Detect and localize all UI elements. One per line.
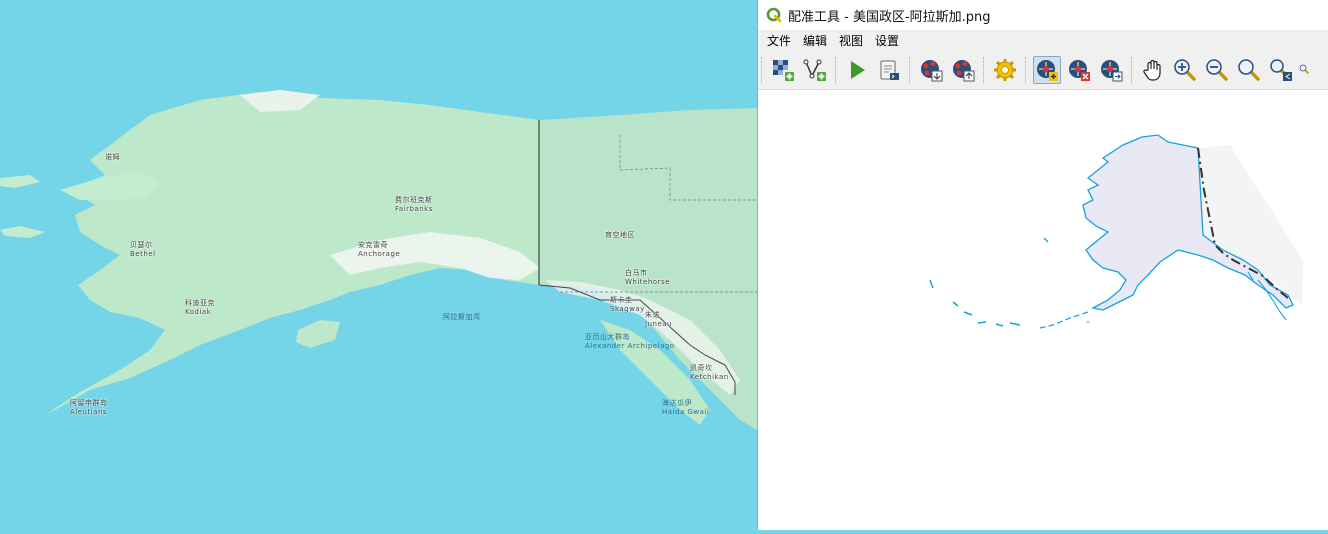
zoom-in-icon xyxy=(1174,59,1196,81)
raster-preview xyxy=(929,134,1303,329)
map-label: 凯奇坎 Ketchikan xyxy=(690,364,729,381)
delete-point-icon xyxy=(1069,60,1090,81)
raster-grid-icon xyxy=(773,60,794,81)
map-label: 亚历山大群岛 Alexander Archipelago xyxy=(585,333,675,350)
start-georeferencing-button[interactable] xyxy=(843,56,871,84)
toolbar-separator xyxy=(835,57,837,83)
open-raster-button[interactable] xyxy=(769,56,797,84)
title-bar: 配准工具 - 美国政区-阿拉斯加.png xyxy=(758,0,1328,30)
menu-settings[interactable]: 设置 xyxy=(870,32,904,49)
gear-icon xyxy=(994,59,1016,81)
script-icon xyxy=(880,60,899,80)
map-label: 安克雷奇 Anchorage xyxy=(358,241,401,258)
georeferencer-window: 配准工具 - 美国政区-阿拉斯加.png 文件 编辑 视图 设置 xyxy=(757,0,1328,530)
georeferencer-canvas[interactable] xyxy=(758,90,1328,530)
move-point-icon xyxy=(1101,60,1123,82)
toolbar-handle[interactable] xyxy=(761,57,763,83)
zoom-last-button[interactable] xyxy=(1267,56,1295,84)
toolbar-separator xyxy=(1131,57,1133,83)
move-gcp-button[interactable] xyxy=(1097,56,1125,84)
toolbar-separator xyxy=(909,57,911,83)
menu-view[interactable]: 视图 xyxy=(834,32,868,49)
open-vector-button[interactable] xyxy=(801,56,829,84)
map-label: 费尔班克斯 Fairbanks xyxy=(395,196,433,213)
zoom-next-button[interactable] xyxy=(1299,56,1311,84)
menu-edit[interactable]: 编辑 xyxy=(798,32,832,49)
map-label: 贝瑟尔 Bethel xyxy=(130,241,156,258)
map-label: 科迪亚克 Kodiak xyxy=(185,299,215,316)
zoom-out-icon xyxy=(1206,59,1228,81)
zoom-in-button[interactable] xyxy=(1171,56,1199,84)
window-title: 配准工具 - 美国政区-阿拉斯加.png xyxy=(788,9,991,25)
save-gcp-button[interactable] xyxy=(949,56,977,84)
map-label: 白马市 Whitehorse xyxy=(625,269,670,286)
qgis-logo-icon xyxy=(766,7,782,23)
save-gcp-icon xyxy=(953,60,975,82)
map-label: 诺姆 xyxy=(105,153,120,161)
map-label: 斯卡圭 Skagway xyxy=(610,296,645,313)
delete-point-button[interactable] xyxy=(1065,56,1093,84)
hand-pan-icon xyxy=(1143,59,1161,81)
zoom-layer-icon xyxy=(1238,59,1260,81)
toolbar xyxy=(758,51,1328,90)
pan-button[interactable] xyxy=(1139,56,1167,84)
toolbar-separator xyxy=(1025,57,1027,83)
map-label: 阿拉斯加湾 xyxy=(443,313,481,321)
add-point-button[interactable] xyxy=(1033,56,1061,84)
map-canvas[interactable]: 诺姆 安克雷奇 Anchorage 费尔班克斯 Fairbanks 阿拉斯加湾 … xyxy=(0,0,757,530)
zoom-last-icon xyxy=(1270,59,1292,81)
vector-icon xyxy=(803,59,826,81)
map-label: 朱诺 Juneau xyxy=(645,311,672,328)
basemap xyxy=(0,0,757,530)
map-label: 育空地区 xyxy=(605,231,635,239)
generate-script-button[interactable] xyxy=(875,56,903,84)
zoom-out-button[interactable] xyxy=(1203,56,1231,84)
menu-bar: 文件 编辑 视图 设置 xyxy=(758,30,1328,51)
play-icon xyxy=(851,61,865,79)
load-gcp-icon xyxy=(921,60,943,82)
map-label: 阿留申群岛 Aleutians xyxy=(70,399,108,416)
transformation-settings-button[interactable] xyxy=(991,56,1019,84)
add-point-icon xyxy=(1037,60,1058,81)
aleutian-islands xyxy=(1039,311,1089,329)
raster-marker xyxy=(1086,320,1090,324)
aleutian-small-islands xyxy=(929,237,1049,327)
toolbar-separator xyxy=(983,57,985,83)
map-label: 海达瓜伊 Haida Gwaii xyxy=(662,399,710,416)
zoom-to-layer-button[interactable] xyxy=(1235,56,1263,84)
zoom-next-icon xyxy=(1299,64,1309,74)
raster-canada-area xyxy=(1198,145,1303,305)
menu-file[interactable]: 文件 xyxy=(762,32,796,49)
load-gcp-button[interactable] xyxy=(917,56,945,84)
